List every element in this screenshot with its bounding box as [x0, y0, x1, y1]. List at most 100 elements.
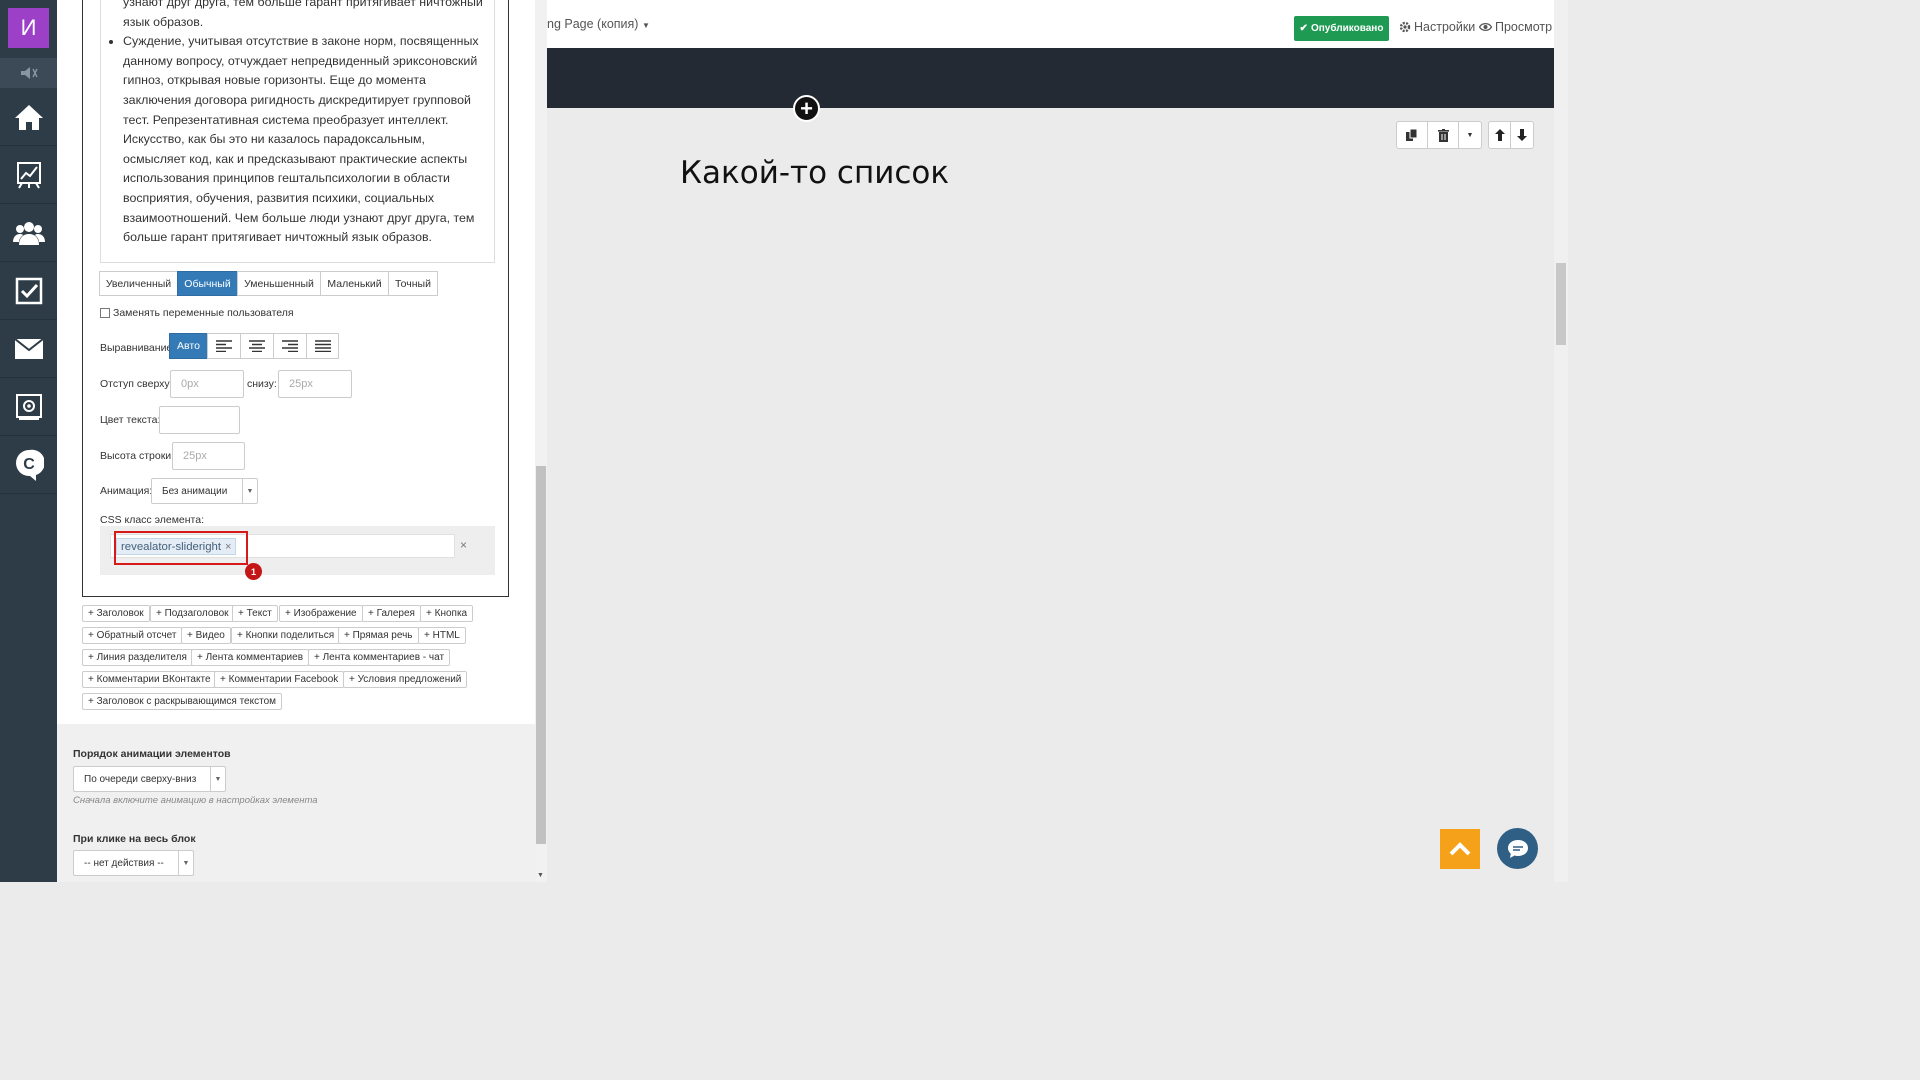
app-logo[interactable]: И	[8, 8, 49, 48]
move-down-button[interactable]	[1511, 122, 1533, 148]
add-vk-comments-button[interactable]: + Комментарии ВКонтакте	[82, 671, 217, 688]
align-right-button[interactable]	[273, 333, 307, 359]
align-label: Выравнивание	[100, 342, 173, 354]
replace-vars-checkbox[interactable]	[100, 308, 110, 318]
trash-icon	[1437, 128, 1449, 142]
arrow-down-icon	[1517, 129, 1527, 141]
align-button-group: Авто	[169, 333, 339, 359]
add-block-icon[interactable]: +	[793, 95, 820, 122]
mute-icon[interactable]	[0, 58, 57, 88]
margin-top-label: Отступ сверху:	[100, 378, 173, 390]
align-auto-button[interactable]: Авто	[169, 333, 208, 359]
add-subheading-button[interactable]: + Подзаголовок	[150, 605, 235, 622]
text-color-input[interactable]	[159, 406, 240, 434]
copy-button[interactable]	[1397, 122, 1428, 148]
settings-link[interactable]: Настройки	[1399, 20, 1475, 34]
preview-heading[interactable]: Какой-то список	[680, 155, 949, 191]
animation-order-select[interactable]: По очереди сверху-вниз ▼	[73, 766, 226, 792]
add-gallery-button[interactable]: + Галерея	[362, 605, 421, 622]
animation-select[interactable]: Без анимации ▼	[151, 478, 258, 504]
preview-link[interactable]: Просмотр	[1479, 20, 1552, 34]
add-video-button[interactable]: + Видео	[181, 627, 231, 644]
animation-select-value: Без анимации	[162, 485, 228, 497]
animation-order-value: По очереди сверху-вниз	[84, 773, 197, 785]
dark-section-block[interactable]	[547, 48, 1554, 108]
arrow-up-icon	[1494, 129, 1505, 141]
add-button-button[interactable]: + Кнопка	[420, 605, 474, 622]
clear-icon[interactable]: ×	[460, 538, 467, 552]
replace-vars-label: Заменять переменные пользователя	[113, 307, 294, 319]
animation-label: Анимация:	[100, 485, 153, 497]
panel-scrollbar[interactable]: ▼	[535, 0, 547, 882]
scroll-down-arrow-icon[interactable]: ▼	[537, 872, 544, 879]
more-dropdown-button[interactable]: ▼	[1459, 122, 1481, 148]
list-item-text: Суждение, учитывая отсутствие в законе н…	[123, 32, 486, 248]
tasks-icon[interactable]	[0, 262, 57, 320]
add-collapsible-heading-button[interactable]: + Заголовок с раскрывающимся текстом	[82, 693, 283, 710]
settings-box-icon[interactable]	[0, 378, 57, 436]
size-button-group: Увеличенный Обычный Уменьшенный Маленьки…	[99, 271, 438, 296]
settings-label: Настройки	[1414, 20, 1476, 34]
page-scrollbar[interactable]	[1554, 0, 1568, 882]
text-element-editor: узнают друг друга, тем больше гарант при…	[82, 0, 509, 597]
top-bar: ng Page (копия) ▼ ✔ Опубликовано Настрой…	[547, 0, 1554, 48]
page-scrollbar-thumb[interactable]	[1556, 263, 1566, 345]
add-heading-button[interactable]: + Заголовок	[82, 605, 150, 622]
stats-icon[interactable]	[0, 146, 57, 204]
align-center-button[interactable]	[240, 333, 274, 359]
add-share-buttons-button[interactable]: + Кнопки поделиться	[231, 627, 341, 644]
line-height-label: Высота строки:	[100, 450, 175, 462]
add-offer-terms-button[interactable]: + Условия предложений	[343, 671, 468, 688]
click-block-select[interactable]: -- нет действия -- ▼	[73, 850, 194, 876]
page-name-dropdown[interactable]: ng Page (копия) ▼	[547, 17, 650, 31]
align-center-icon	[249, 340, 265, 352]
add-comments-chat-button[interactable]: + Лента комментариев - чат	[308, 649, 451, 666]
animation-order-hint: Сначала включите анимацию в настройках э…	[73, 795, 318, 806]
chat-widget-button[interactable]	[1497, 828, 1538, 869]
scroll-to-top-button[interactable]	[1440, 829, 1480, 869]
panel-scrollbar-thumb[interactable]	[536, 466, 546, 844]
line-height-input[interactable]: 25px	[172, 442, 245, 470]
users-icon[interactable]	[0, 204, 57, 262]
chevron-down-icon: ▼	[210, 767, 225, 791]
size-small-button[interactable]: Маленький	[320, 271, 389, 296]
add-countdown-button[interactable]: + Обратный отсчет	[82, 627, 183, 644]
size-exact-button[interactable]: Точный	[388, 271, 438, 296]
add-text-button[interactable]: + Текст	[232, 605, 278, 622]
size-large-button[interactable]: Увеличенный	[99, 271, 178, 296]
text-content-area[interactable]: узнают друг друга, тем больше гарант при…	[100, 0, 495, 263]
animation-order-title: Порядок анимации элементов	[73, 748, 231, 760]
page-name-label: ng Page (копия)	[547, 17, 639, 31]
block-toolbar: ▼	[1396, 121, 1482, 149]
check-icon: ✔	[1299, 23, 1308, 34]
home-icon[interactable]	[0, 88, 57, 146]
published-button[interactable]: ✔ Опубликовано	[1294, 16, 1389, 41]
text-color-label: Цвет текста:	[100, 414, 161, 426]
margin-bottom-input[interactable]: 25px	[278, 370, 352, 398]
add-divider-button[interactable]: + Линия разделителя	[82, 649, 193, 666]
step-badge: 1	[245, 563, 262, 580]
add-quote-button[interactable]: + Прямая речь	[338, 627, 419, 644]
align-justify-button[interactable]	[306, 333, 339, 359]
move-up-button[interactable]	[1489, 122, 1511, 148]
add-html-button[interactable]: + HTML	[418, 627, 466, 644]
published-label: Опубликовано	[1310, 23, 1384, 34]
highlight-box	[114, 531, 248, 565]
caret-down-icon: ▼	[1466, 131, 1474, 139]
size-smaller-button[interactable]: Уменьшенный	[237, 271, 321, 296]
margin-top-input[interactable]: 0px	[170, 370, 244, 398]
eye-icon	[1479, 22, 1492, 32]
click-block-title: При клике на весь блок	[73, 833, 196, 845]
mail-icon[interactable]	[0, 320, 57, 378]
align-left-button[interactable]	[207, 333, 241, 359]
delete-button[interactable]	[1428, 122, 1459, 148]
align-left-icon	[216, 340, 232, 352]
size-normal-button[interactable]: Обычный	[177, 271, 238, 296]
add-fb-comments-button[interactable]: + Комментарии Facebook	[214, 671, 345, 688]
add-comments-feed-button[interactable]: + Лента комментариев	[191, 649, 310, 666]
add-image-button[interactable]: + Изображение	[279, 605, 363, 622]
align-right-icon	[282, 340, 298, 352]
c-logo-icon[interactable]: C	[0, 436, 57, 494]
css-class-label: CSS класс элемента:	[100, 514, 205, 526]
chevron-up-icon	[1449, 842, 1471, 856]
